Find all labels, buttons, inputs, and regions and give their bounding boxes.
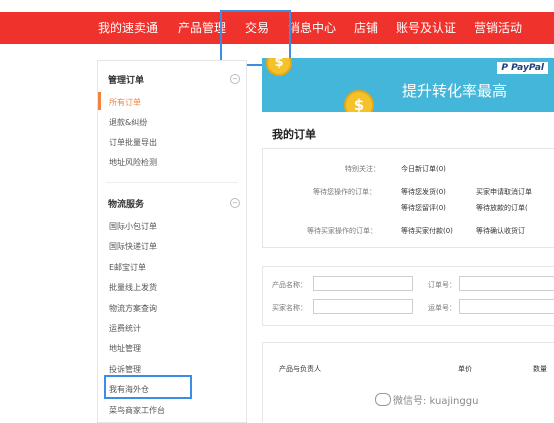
nav-product-management[interactable]: 产品管理 [178, 12, 226, 44]
sidebar-item-logistics-query[interactable]: 物流方案查询 [109, 303, 157, 314]
status-link-awaiting-receipt[interactable]: 等待确认收货订 [476, 226, 525, 236]
sidebar-item-intl-express[interactable]: 国际快递订单 [109, 241, 157, 252]
column-header-product: 产品与负责人 [279, 365, 321, 373]
status-link-awaiting-shipment[interactable]: 等待您发货(0) [401, 187, 446, 197]
status-link-awaiting-release[interactable]: 等待放款的订单( [476, 203, 528, 213]
product-name-input[interactable] [313, 276, 413, 291]
sidebar-item-bulk-export[interactable]: 订单批量导出 [109, 137, 157, 148]
tracking-number-input[interactable] [459, 299, 554, 314]
buyer-name-input[interactable] [313, 299, 413, 314]
status-link-today-new[interactable]: 今日新订单(0) [401, 164, 446, 174]
sidebar-heading-manage-orders: 管理订单 [108, 76, 145, 86]
column-header-quantity: 数量 [533, 365, 547, 373]
sidebar-item-cainiao-workbench[interactable]: 菜鸟商家工作台 [109, 405, 165, 416]
status-label-special: 特别关注： [345, 165, 380, 173]
nav-account-verification[interactable]: 账号及认证 [396, 12, 456, 44]
nav-marketing[interactable]: 营销活动 [474, 12, 522, 44]
sidebar-item-complaints[interactable]: 投诉管理 [109, 364, 141, 375]
nav-message-center[interactable]: 消息中心 [288, 12, 336, 44]
orders-table: 产品与负责人 单价 数量 [262, 342, 554, 422]
order-number-input[interactable] [459, 276, 554, 291]
paypal-banner[interactable]: $ $ P PayPal 提升转化率最高 [262, 58, 554, 112]
watermark-text: 微信号: kuajinggu [393, 396, 479, 407]
sidebar: 管理订单 − 所有订单 退款&纠纷 订单批量导出 地址风险检测 物流服务 − 国… [97, 60, 247, 423]
sidebar-item-all-orders[interactable]: 所有订单 [109, 97, 141, 108]
status-link-awaiting-review[interactable]: 等待您留评(0) [401, 203, 446, 213]
nav-my-aliexpress[interactable]: 我的速卖通 [98, 12, 158, 44]
sidebar-item-refunds-disputes[interactable]: 退款&纠纷 [109, 117, 147, 128]
status-label-awaiting-you: 等待您操作的订单： [313, 188, 376, 196]
collapse-icon[interactable]: − [230, 74, 240, 84]
sidebar-item-intl-small-parcel[interactable]: 国际小包订单 [109, 221, 157, 232]
status-link-awaiting-payment[interactable]: 等待买家付款(0) [401, 226, 453, 236]
coin-icon: $ [344, 90, 374, 112]
product-name-label: 产品名称： [272, 281, 307, 289]
paypal-logo: P PayPal [497, 62, 548, 74]
buyer-name-label: 买家名称： [272, 304, 307, 312]
status-link-cancel-request[interactable]: 买家申请取消订单 [476, 187, 532, 197]
sidebar-heading-logistics: 物流服务 [108, 200, 145, 210]
sidebar-item-bulk-ship[interactable]: 批量线上发货 [109, 282, 157, 293]
banner-headline: 提升转化率最高 [402, 82, 508, 100]
tracking-number-label: 运单号： [428, 304, 456, 312]
status-label-awaiting-buyer: 等待买家操作的订单： [307, 227, 377, 235]
collapse-icon[interactable]: − [230, 198, 240, 208]
sidebar-item-epacket[interactable]: E邮宝订单 [109, 262, 146, 273]
overseas-warehouse-highlight-box [104, 375, 192, 399]
wechat-icon [375, 393, 391, 406]
sidebar-item-freight-stats[interactable]: 运费统计 [109, 323, 141, 334]
sidebar-divider [106, 182, 238, 183]
search-panel: 产品名称： 订单号： 买家名称： 运单号： [262, 266, 554, 326]
order-status-panel: 特别关注： 今日新订单(0) 等待您操作的订单： 等待您发货(0) 买家申请取消… [262, 148, 554, 248]
coin-icon: $ [266, 58, 292, 76]
column-header-price: 单价 [458, 365, 472, 373]
nav-store[interactable]: 店铺 [354, 12, 378, 44]
sidebar-item-address-management[interactable]: 地址管理 [109, 343, 141, 354]
sidebar-item-address-risk[interactable]: 地址风险检测 [109, 157, 157, 168]
page-title: 我的订单 [272, 128, 316, 141]
active-indicator [98, 92, 101, 110]
order-number-label: 订单号： [428, 281, 456, 289]
